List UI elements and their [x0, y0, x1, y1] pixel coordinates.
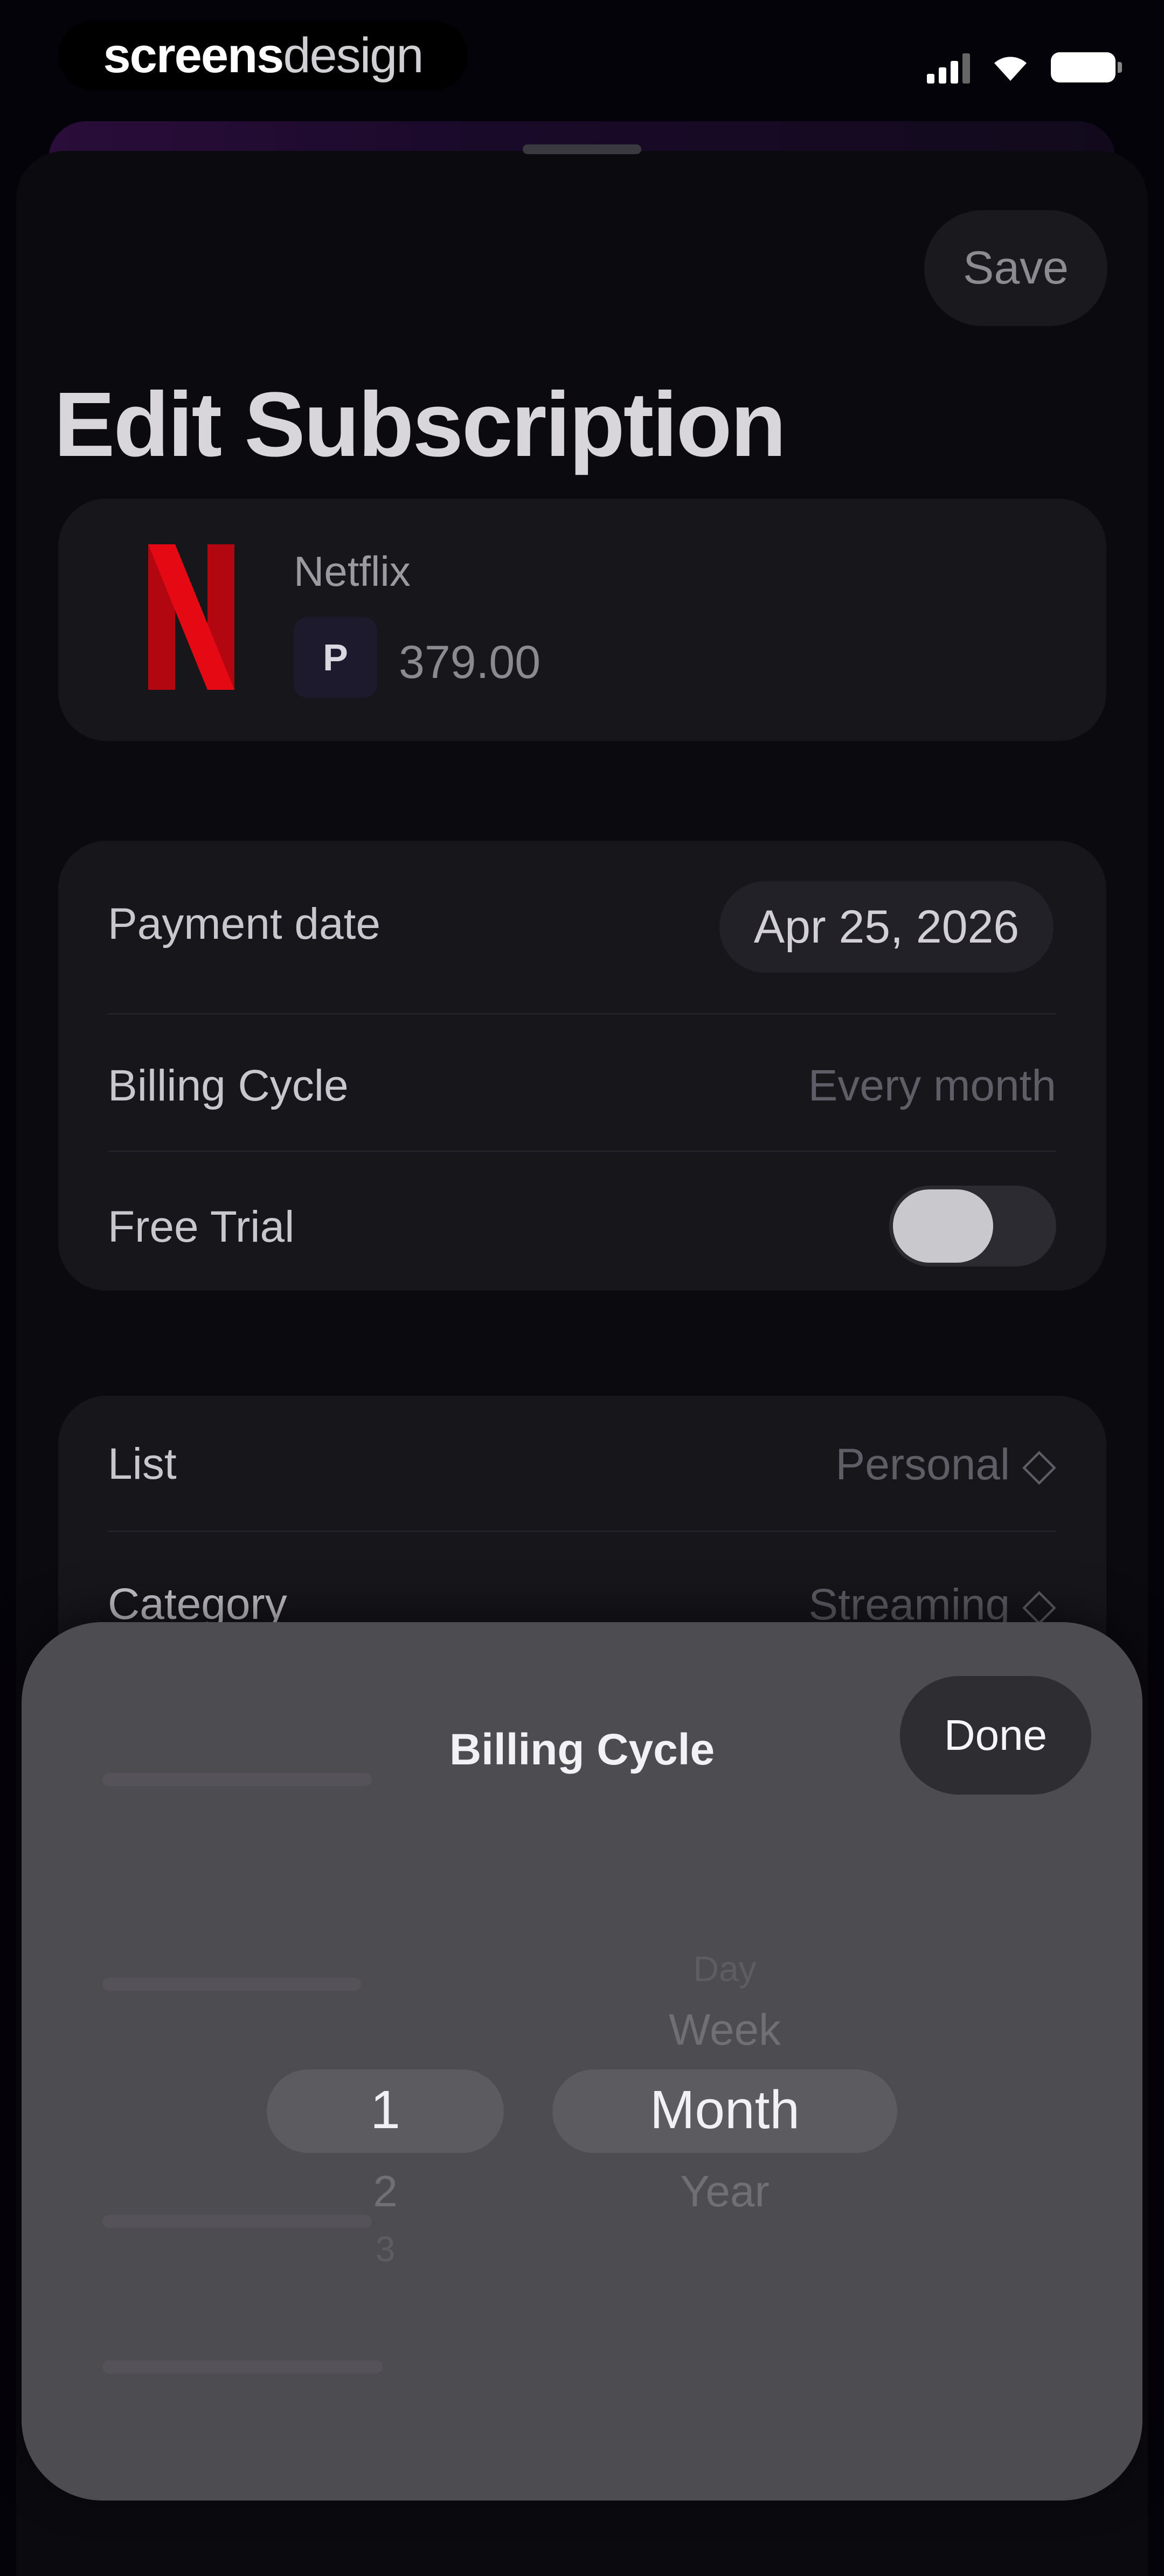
- billing-cycle-value[interactable]: Every month: [808, 1061, 1056, 1111]
- service-name: Netflix: [294, 548, 411, 595]
- unit-option-selected[interactable]: Month: [552, 2079, 897, 2141]
- ghost-row: [102, 2360, 383, 2373]
- list-value[interactable]: Personal ◇: [836, 1439, 1056, 1490]
- sheet-grabber[interactable]: [523, 144, 641, 154]
- price-value[interactable]: 379.00: [399, 636, 541, 689]
- netflix-logo-icon: [148, 544, 234, 690]
- toggle-knob: [893, 1189, 993, 1263]
- payment-date-button[interactable]: Apr 25, 2026: [719, 881, 1054, 973]
- cellular-signal-icon: [927, 51, 970, 84]
- ghost-row: [102, 1978, 361, 1991]
- unit-option[interactable]: Day: [552, 1948, 897, 1989]
- billing-cycle-picker-sheet: Billing Cycle Done 1 2 3 Day Week Month …: [22, 1622, 1142, 2501]
- wifi-icon: [994, 57, 1027, 81]
- save-button[interactable]: Save: [924, 210, 1107, 326]
- screensdesign-watermark: screens design: [58, 20, 468, 91]
- billing-cycle-label: Billing Cycle: [108, 1061, 349, 1110]
- divider: [108, 1151, 1056, 1152]
- currency-badge[interactable]: P: [294, 617, 377, 698]
- status-icons: [927, 46, 1122, 89]
- page-title: Edit Subscription: [54, 373, 786, 476]
- list-label: List: [108, 1439, 177, 1488]
- payment-date-label: Payment date: [108, 899, 380, 948]
- number-option-selected[interactable]: 1: [267, 2079, 504, 2141]
- number-option[interactable]: 3: [267, 2228, 504, 2269]
- watermark-text-bold: screens: [103, 27, 285, 83]
- divider: [108, 1013, 1056, 1015]
- done-button[interactable]: Done: [900, 1676, 1091, 1795]
- unit-option[interactable]: Week: [552, 2005, 897, 2055]
- battery-icon: [1051, 52, 1122, 82]
- ghost-row: [102, 1773, 372, 1786]
- divider: [108, 1531, 1056, 1532]
- free-trial-label: Free Trial: [108, 1202, 295, 1251]
- number-option[interactable]: 2: [267, 2166, 504, 2217]
- watermark-text-thin: design: [283, 27, 424, 83]
- unit-option[interactable]: Year: [552, 2166, 897, 2217]
